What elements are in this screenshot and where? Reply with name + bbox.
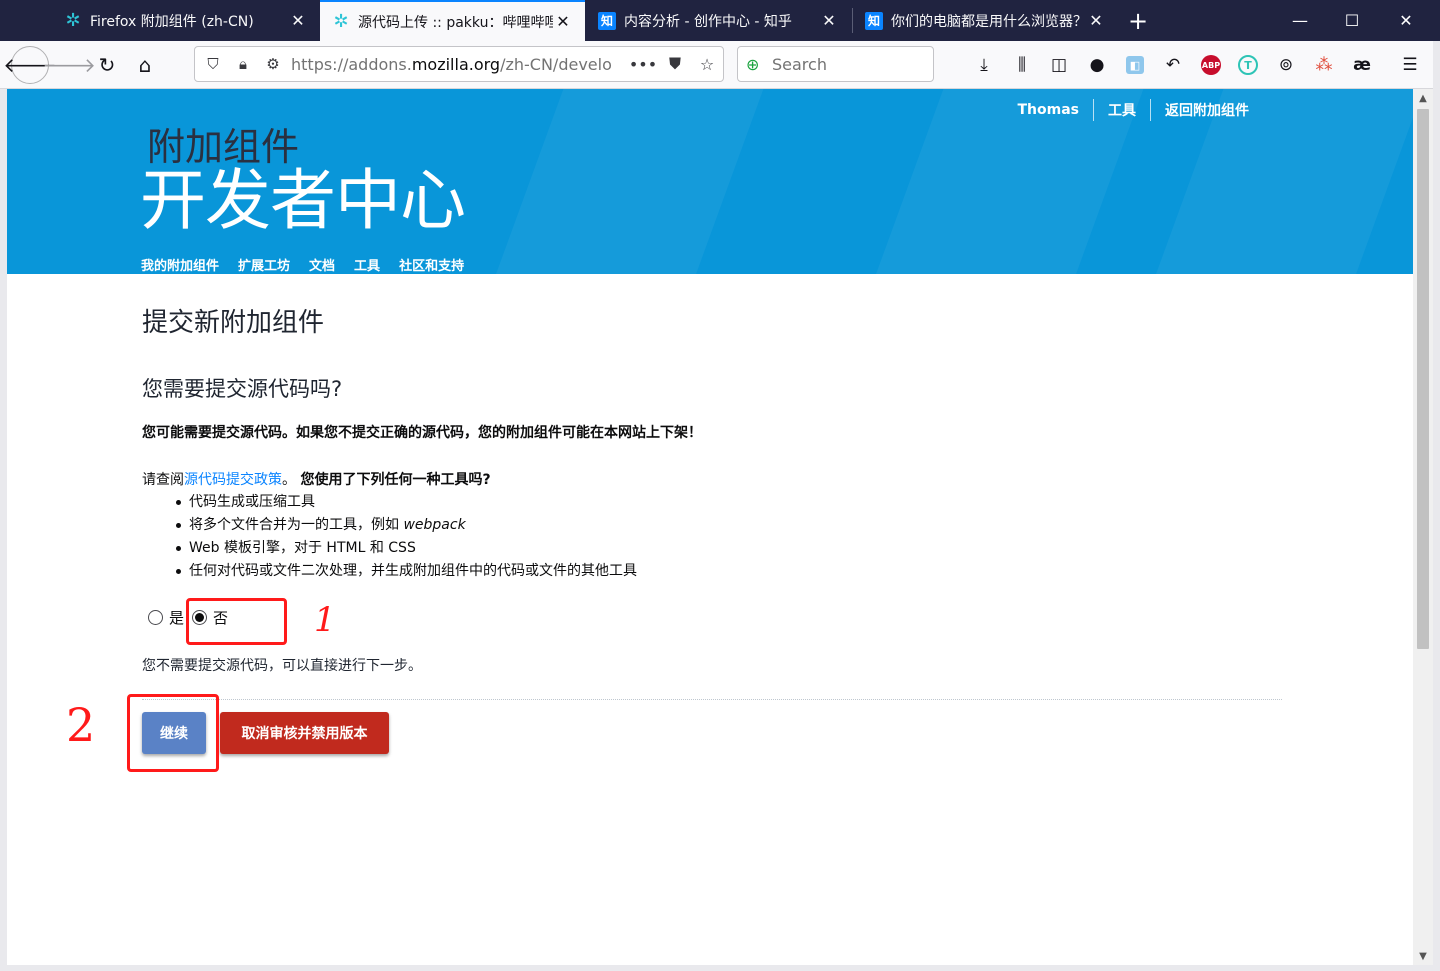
header-decoration [476, 89, 778, 274]
nav-extension-workshop[interactable]: 扩展工坊 [238, 255, 290, 274]
navigation-toolbar: 🡐 🡒 ↻ ⌂ ⛉ 🔒︎ ⚙ https://addons.mozilla.or… [0, 41, 1440, 89]
tab-strip: ✲ Firefox 附加组件 (zh-CN) ✕ ✲ 源代码上传 :: pakk… [0, 0, 1440, 41]
section-heading: 您需要提交源代码吗? [142, 377, 343, 401]
nav-community[interactable]: 社区和支持 [399, 255, 464, 274]
site-nav: 我的附加组件 扩展工坊 文档 工具 社区和支持 [141, 255, 483, 274]
site-header: Thomas 工具 返回附加组件 附加组件 开发者中心 我的附加组件 扩展工坊 … [7, 89, 1413, 274]
tools-list: 代码生成或压缩工具 将多个文件合并为一的工具，例如 webpack Web 模板… [176, 491, 637, 583]
annotation-number-1: 1 [314, 600, 336, 640]
maximize-button[interactable]: ☐ [1326, 0, 1378, 41]
new-tab-button[interactable]: + [1124, 0, 1152, 41]
tab-label: Firefox 附加组件 (zh-CN) [90, 13, 254, 30]
policy-link[interactable]: 源代码提交政策 [184, 472, 282, 488]
search-input[interactable]: ⊕ Search [737, 46, 934, 82]
search-engine-icon[interactable]: ⊕ [746, 55, 772, 74]
annotation-box-2 [127, 694, 219, 772]
nav-docs[interactable]: 文档 [309, 255, 335, 274]
header-user-links: Thomas 工具 返回附加组件 [1003, 99, 1263, 121]
lock-icon[interactable]: 🔒︎ [231, 52, 255, 76]
close-icon[interactable]: ✕ [553, 12, 573, 31]
reply-arrow-icon[interactable]: ↶ [1160, 52, 1186, 78]
sidebar-icon[interactable]: ◫ [1046, 52, 1072, 78]
tab-firefox-addons[interactable]: ✲ Firefox 附加组件 (zh-CN) ✕ [52, 0, 320, 41]
close-icon[interactable]: ✕ [288, 11, 308, 30]
form-divider [142, 699, 1282, 700]
tab-zhihu-browsers[interactable]: 知 你们的电脑都是用什么浏览器？ ✕ [853, 0, 1118, 41]
policy-question: 您使用了下列任何一种工具吗? [300, 472, 491, 488]
policy-suffix: 。 [282, 472, 296, 488]
tab-source-upload[interactable]: ✲ 源代码上传 :: pakku：哔哩哔哩 ✕ [320, 0, 585, 41]
annotation-box-1 [186, 598, 287, 645]
vertical-scrollbar[interactable]: ▲ ▼ [1413, 89, 1433, 965]
home-button[interactable]: ⌂ [126, 46, 164, 84]
zhihu-icon: 知 [598, 11, 616, 30]
nav-my-addons[interactable]: 我的附加组件 [141, 255, 219, 274]
page-viewport: Thomas 工具 返回附加组件 附加组件 开发者中心 我的附加组件 扩展工坊 … [7, 89, 1413, 965]
nav-tools[interactable]: 工具 [354, 255, 380, 274]
scroll-up-icon[interactable]: ▲ [1413, 89, 1433, 107]
window-border [1433, 41, 1440, 971]
annotation-number-2: 2 [66, 698, 96, 752]
back-to-addons-link[interactable]: 返回附加组件 [1151, 100, 1263, 120]
menu-icon[interactable]: ☰ [1397, 52, 1423, 78]
tab-label: 内容分析 - 创作中心 - 知乎 [624, 13, 792, 30]
window-close-button[interactable]: ✕ [1380, 0, 1432, 41]
window-border [0, 965, 1440, 971]
link-icon[interactable]: ⊚ [1273, 52, 1299, 78]
logo-title[interactable]: 开发者中心 [140, 165, 466, 237]
library-icon[interactable]: ⫼ [1009, 52, 1035, 78]
list-item: Web 模板引擎，对于 HTML 和 CSS [176, 537, 637, 560]
policy-prefix: 请查阅 [142, 472, 184, 488]
radio-helper-text: 您不需要提交源代码，可以直接进行下一步。 [142, 658, 422, 674]
scroll-down-icon[interactable]: ▼ [1413, 947, 1433, 965]
minimize-button[interactable]: — [1274, 0, 1326, 41]
list-item: 代码生成或压缩工具 [176, 491, 637, 514]
tools-link[interactable]: 工具 [1094, 100, 1150, 120]
color-dots-icon[interactable]: ⁂ [1311, 52, 1337, 78]
radio-yes[interactable] [148, 610, 163, 625]
account-icon[interactable]: ● [1084, 52, 1110, 78]
tab-zhihu-analytics[interactable]: 知 内容分析 - 创作中心 - 知乎 ✕ [586, 0, 851, 41]
policy-line: 请查阅源代码提交政策。 您使用了下列任何一种工具吗? [142, 469, 491, 489]
scrollbar-thumb[interactable] [1417, 109, 1429, 649]
shield-icon[interactable]: ⛉ [201, 52, 225, 76]
gear-icon: ✲ [65, 10, 81, 31]
search-placeholder: Search [772, 54, 827, 74]
close-icon[interactable]: ✕ [819, 11, 839, 30]
bookmark-star-icon[interactable]: ☆ [691, 55, 723, 74]
window-border [0, 89, 7, 971]
radio-yes-label[interactable]: 是 [169, 607, 184, 628]
reload-button[interactable]: ↻ [88, 46, 126, 84]
download-icon[interactable]: ⤓ [971, 52, 997, 78]
zhihu-icon: 知 [865, 11, 883, 30]
pocket-icon[interactable]: ⛊ [659, 54, 691, 74]
tab-label: 你们的电脑都是用什么浏览器？ [891, 13, 1086, 30]
adblock-plus-icon[interactable]: ABP [1201, 55, 1221, 75]
url-bar[interactable]: ⛉ 🔒︎ ⚙ https://addons.mozilla.org/zh-CN/… [194, 46, 724, 82]
url-text[interactable]: https://addons.mozilla.org/zh-CN/develo [291, 55, 627, 74]
source-warning: 您可能需要提交源代码。如果您不提交正确的源代码，您的附加组件可能在本网站上下架！ [142, 425, 702, 441]
close-icon[interactable]: ✕ [1086, 11, 1106, 30]
extension-square-icon[interactable]: ◧ [1126, 56, 1144, 74]
forward-button[interactable]: 🡒 [42, 46, 96, 84]
permissions-icon[interactable]: ⚙ [261, 52, 285, 76]
ae-extension-icon[interactable]: æ [1349, 52, 1375, 78]
cancel-and-disable-button[interactable]: 取消审核并禁用版本 [220, 712, 389, 754]
translate-icon[interactable]: T [1238, 55, 1258, 75]
list-item: 任何对代码或文件二次处理，并生成附加组件中的代码或文件的其他工具 [176, 560, 637, 583]
list-item: 将多个文件合并为一的工具，例如 webpack [176, 514, 637, 537]
gear-icon: ✲ [333, 11, 349, 32]
page-actions-icon[interactable]: ••• [627, 55, 659, 74]
tab-label: 源代码上传 :: pakku：哔哩哔哩 [358, 14, 553, 31]
page-title: 提交新附加组件 [142, 308, 325, 338]
user-link[interactable]: Thomas [1003, 102, 1093, 118]
